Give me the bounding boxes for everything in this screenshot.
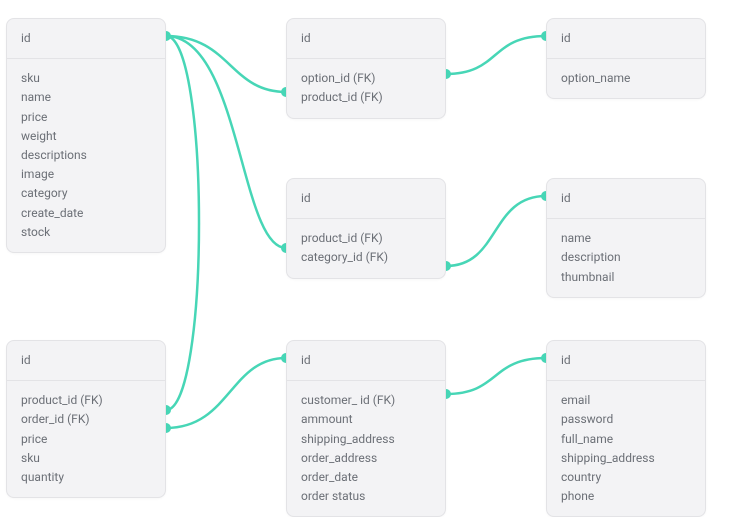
field: order_date — [301, 468, 431, 487]
pk-field: id — [561, 351, 691, 370]
field: description — [561, 248, 691, 267]
field: image — [21, 165, 151, 184]
field: name — [21, 88, 151, 107]
field: category — [21, 184, 151, 203]
pk-field: id — [561, 29, 691, 48]
field: country — [561, 468, 691, 487]
field: product_id (FK) — [301, 229, 431, 248]
field: sku — [21, 69, 151, 88]
table-customers: customers id email password full_name sh… — [546, 340, 706, 517]
field: stock — [21, 223, 151, 242]
field: shipping_address — [301, 430, 431, 449]
field: create_date — [21, 204, 151, 223]
field: order_id (FK) — [21, 410, 151, 429]
field: order_address — [301, 449, 431, 468]
field: price — [21, 108, 151, 127]
pk-field: id — [21, 351, 151, 370]
field: category_id (FK) — [301, 248, 431, 267]
field: quantity — [21, 468, 151, 487]
field: ammount — [301, 410, 431, 429]
field: option_name — [561, 69, 691, 88]
table-product-options: product_options id option_id (FK) produc… — [286, 18, 446, 119]
table-product: product id sku name price weight descrip… — [6, 18, 166, 253]
field: phone — [561, 487, 691, 506]
pk-field: id — [301, 351, 431, 370]
table-options: options id option_name — [546, 18, 706, 99]
field: weight — [21, 127, 151, 146]
field: full_name — [561, 430, 691, 449]
table-order-details: order_details id product_id (FK) order_i… — [6, 340, 166, 498]
pk-field: id — [301, 189, 431, 208]
pk-field: id — [21, 29, 151, 48]
field: product_id (FK) — [301, 88, 431, 107]
field: descriptions — [21, 146, 151, 165]
field: email — [561, 391, 691, 410]
field: price — [21, 430, 151, 449]
table-orders: orders id customer_ id (FK) ammount ship… — [286, 340, 446, 517]
field: name — [561, 229, 691, 248]
field: option_id (FK) — [301, 69, 431, 88]
pk-field: id — [301, 29, 431, 48]
field: thumbnail — [561, 268, 691, 287]
field: customer_ id (FK) — [301, 391, 431, 410]
field: sku — [21, 449, 151, 468]
field: shipping_address — [561, 449, 691, 468]
field: product_id (FK) — [21, 391, 151, 410]
field: password — [561, 410, 691, 429]
pk-field: id — [561, 189, 691, 208]
field: order status — [301, 487, 431, 506]
er-diagram-canvas: product id sku name price weight descrip… — [0, 0, 740, 516]
table-categories: categories id name description thumbnail — [546, 178, 706, 298]
table-product-categories: product_categories id product_id (FK) ca… — [286, 178, 446, 279]
